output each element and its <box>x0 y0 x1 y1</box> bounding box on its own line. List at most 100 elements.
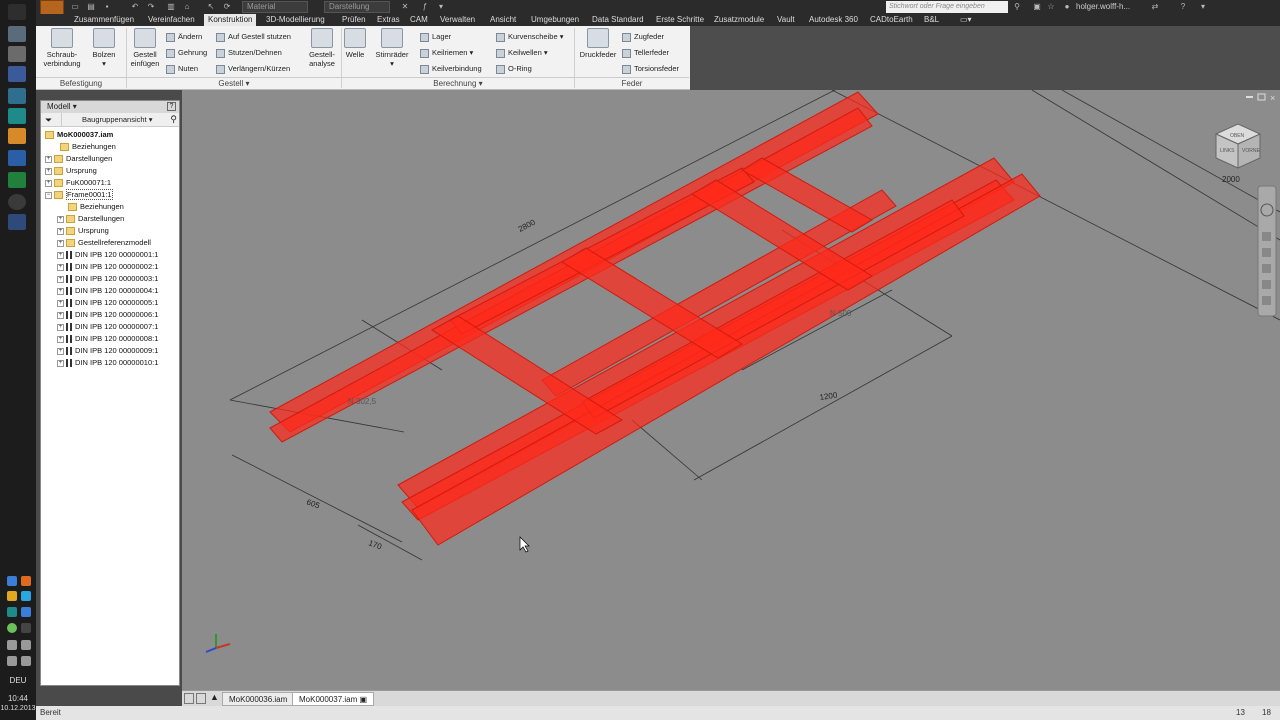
tray-icon-4[interactable] <box>21 591 31 601</box>
comm-center-icon[interactable]: ▣ <box>1032 2 1042 12</box>
insert-frame-button[interactable]: Gestell einfügen <box>128 28 162 68</box>
app-icon-2[interactable] <box>8 88 26 104</box>
tree-item[interactable]: + DIN IPB 120 00000005:1 <box>57 297 158 309</box>
explorer-icon[interactable] <box>8 46 26 62</box>
tray-icon-1[interactable] <box>7 576 17 586</box>
tray-icon-8[interactable] <box>21 623 31 633</box>
tree-item[interactable]: + DIN IPB 120 00000003:1 <box>57 273 158 285</box>
help-icon[interactable]: ? <box>167 102 176 111</box>
return-icon[interactable]: ⌂ <box>182 2 192 12</box>
dimension-2000[interactable]: 2000 <box>1222 175 1240 184</box>
tray-icon-5[interactable] <box>7 607 17 617</box>
tray-icon-2[interactable] <box>21 576 31 586</box>
fx-icon[interactable]: ƒ <box>420 2 430 12</box>
undo-icon[interactable]: ↶ <box>130 2 140 12</box>
o-ring-button[interactable]: O-Ring <box>496 62 532 75</box>
redo-icon[interactable]: ↷ <box>146 2 156 12</box>
tree-item[interactable]: + DIN IPB 120 00000004:1 <box>57 285 158 297</box>
zoom-icon[interactable] <box>1262 248 1271 257</box>
favorites-icon[interactable]: ☆ <box>1046 2 1056 12</box>
tab-vault[interactable]: Vault <box>777 14 795 26</box>
new-icon[interactable]: ▭ <box>70 2 80 12</box>
dimension-302[interactable]: N 302,5 <box>348 397 377 406</box>
tree-item[interactable]: + Gestellreferenzmodell <box>57 237 151 249</box>
close-icon[interactable]: × <box>1270 93 1275 103</box>
search-input[interactable]: Stichwort oder Frage eingeben <box>886 1 1008 13</box>
minimize-icon[interactable] <box>1246 96 1253 98</box>
expand-icon[interactable]: + <box>57 251 64 259</box>
expand-icon[interactable]: + <box>57 263 64 271</box>
cascade-icon[interactable] <box>196 693 206 704</box>
help-dropdown-icon[interactable]: ▾ <box>1198 2 1208 12</box>
monitor-icon[interactable] <box>7 656 17 666</box>
tray-icon-3[interactable] <box>7 591 17 601</box>
start-icon[interactable] <box>8 4 26 20</box>
expand-icon[interactable]: + <box>57 299 64 307</box>
tray-icon-7[interactable] <box>7 623 17 633</box>
tree-item[interactable]: + DIN IPB 120 00000010:1 <box>57 357 158 369</box>
customize-icon[interactable]: ▾ <box>436 2 446 12</box>
browser-header[interactable]: Modell ▾ ? × <box>41 92 187 113</box>
app-icon-3[interactable] <box>8 108 26 124</box>
expand-icon[interactable]: + <box>45 167 52 175</box>
compression-spring-button[interactable]: Druckfeder <box>576 28 620 59</box>
tree-item[interactable]: + DIN IPB 120 00000009:1 <box>57 345 158 357</box>
graphics-window[interactable]: 2800 2000 1200 605 170 N 302,5 N 500 OBE… <box>182 71 1280 690</box>
tab-bl[interactable]: B&L <box>924 14 939 26</box>
exchange-icon[interactable]: ⇄ <box>1150 2 1160 12</box>
appearance-combo[interactable]: Darstellung <box>324 1 390 13</box>
tree-item[interactable]: + FuK000071:1 <box>45 177 111 189</box>
select-icon[interactable]: ↖ <box>206 2 216 12</box>
dimension-500[interactable]: N 500 <box>830 309 852 318</box>
clear-override-icon[interactable]: ✕ <box>400 2 410 12</box>
tree-item[interactable]: + DIN IPB 120 00000007:1 <box>57 321 158 333</box>
app-icon-4[interactable] <box>8 150 26 166</box>
tree-item[interactable]: + Darstellungen <box>57 213 124 225</box>
tree-item[interactable]: + Darstellungen <box>45 153 112 165</box>
bearing-button[interactable]: Lager <box>420 30 451 43</box>
tab-3d-modellierung[interactable]: 3D-Modellierung <box>266 14 325 26</box>
tray-icon-6[interactable] <box>21 607 31 617</box>
tab-zusammenfuegen[interactable]: Zusammenfügen <box>74 14 134 26</box>
tab-cam[interactable]: CAM <box>410 14 428 26</box>
tab-extras[interactable]: Extras <box>377 14 400 26</box>
v-belts-button[interactable]: Keilriemen ▾ <box>420 46 473 59</box>
viewcube[interactable]: OBEN LINKS VORNE <box>1214 123 1262 169</box>
tab-zusatzmodule[interactable]: Zusatzmodule <box>714 14 764 26</box>
expand-icon[interactable]: + <box>57 275 64 283</box>
tab-verwalten[interactable]: Verwalten <box>440 14 475 26</box>
tree-item[interactable]: Beziehungen <box>45 141 116 153</box>
tree-item[interactable]: − Frame0001:1 <box>45 189 113 201</box>
lengthen-shorten-button[interactable]: Verlängern/Kürzen <box>216 62 290 75</box>
belleville-spring-button[interactable]: Tellerfeder <box>622 46 669 59</box>
material-combo[interactable]: Material <box>242 1 308 13</box>
document-tab-2[interactable]: MoK000037.iam ▣ <box>292 692 375 706</box>
app-icon-5[interactable] <box>8 214 26 230</box>
volume-icon[interactable] <box>21 656 31 666</box>
tab-ansicht[interactable]: Ansicht <box>490 14 516 26</box>
binoculars-icon[interactable]: ⚲ <box>1012 2 1022 12</box>
tree-item[interactable]: + DIN IPB 120 00000006:1 <box>57 309 158 321</box>
disc-cam-button[interactable]: Kurvenscheibe ▾ <box>496 30 563 43</box>
document-tab-1[interactable]: MoK000036.iam <box>222 692 295 706</box>
collapse-icon[interactable]: − <box>45 191 52 199</box>
pan-icon[interactable] <box>1262 232 1271 241</box>
model-canvas[interactable]: 2800 2000 1200 605 170 N 302,5 N 500 OBE… <box>182 71 1280 690</box>
view-selector[interactable]: Baugruppenansicht ▾ <box>61 113 167 127</box>
tree-item[interactable]: + Ursprung <box>45 165 97 177</box>
language-indicator[interactable]: DEU <box>0 676 36 685</box>
tab-data-standard[interactable]: Data Standard <box>592 14 644 26</box>
tab-cadtoearth[interactable]: CADtoEarth <box>870 14 913 26</box>
tile-icon[interactable] <box>184 693 194 704</box>
expand-icon[interactable]: + <box>57 287 64 295</box>
desktop-icon[interactable] <box>8 26 26 42</box>
tab-vereinfachen[interactable]: Vereinfachen <box>148 14 195 26</box>
help-icon[interactable]: ? <box>1178 2 1188 12</box>
expand-icon[interactable]: + <box>57 335 64 343</box>
tree-item[interactable]: Beziehungen <box>59 201 124 213</box>
change-button[interactable]: Ändern <box>166 30 202 43</box>
shaft-button[interactable]: Welle <box>342 28 368 59</box>
tree-item[interactable]: + DIN IPB 120 00000002:1 <box>57 261 158 273</box>
orbit-icon[interactable] <box>1262 264 1271 273</box>
dimension-1200[interactable]: 1200 <box>819 391 838 402</box>
